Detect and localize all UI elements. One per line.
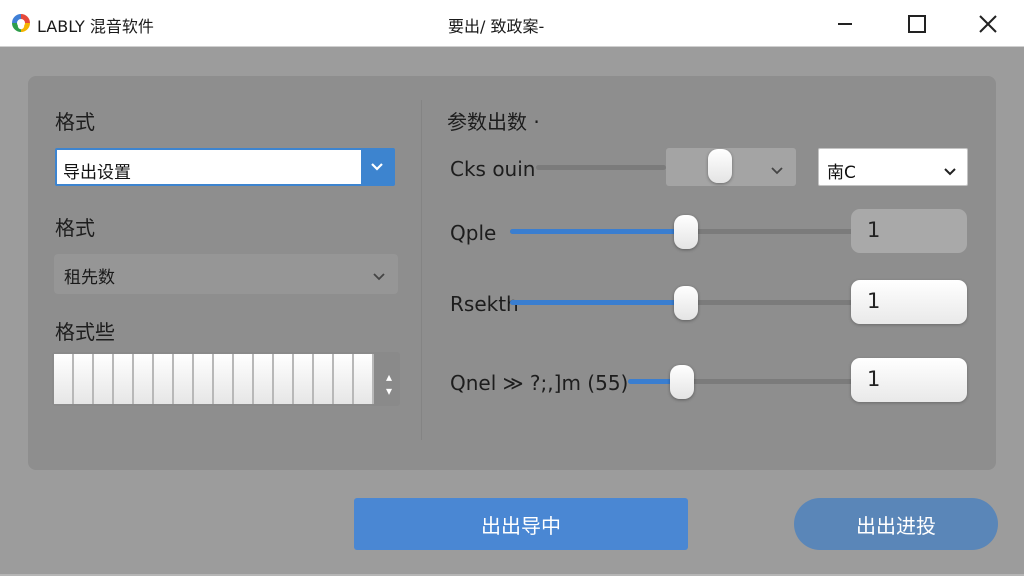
chevron-down-icon[interactable] [361,150,393,184]
column-divider [421,100,422,440]
segment-cell[interactable] [74,354,94,404]
row-2-label: Qple [450,221,497,245]
segment-cell[interactable] [234,354,254,404]
row-2-number-value: 1 [867,218,881,242]
maximize-icon [907,14,927,34]
segment-cell[interactable] [134,354,154,404]
close-icon [978,14,998,34]
minimize-icon [836,15,854,33]
row-4-label: Qnel ≫ ?;,]m (55) [450,371,629,395]
chevron-down-icon [372,267,386,286]
format-dropdown[interactable]: 租先数 [54,254,398,294]
row-1-slider-track[interactable] [536,165,666,170]
row-3-label: Rsekth [450,292,519,316]
secondary-action-button[interactable]: 出出进投 [794,498,998,550]
row-1-slider-thumb[interactable] [708,149,733,183]
segment-cell[interactable] [154,354,174,404]
row-1-select[interactable]: 南C [818,148,968,186]
row-1-label: Cks ouin [450,157,536,181]
row-2-slider-fill [510,229,686,234]
segment-cell[interactable] [214,354,234,404]
segment-cell[interactable] [174,354,194,404]
app-logo-icon [10,12,32,34]
segment-cell[interactable] [294,354,314,404]
segment-cell[interactable] [314,354,334,404]
maximize-button[interactable] [887,0,947,47]
segment-selector[interactable]: ▴ ▾ [52,352,400,406]
row-3-slider-thumb[interactable] [673,286,698,320]
row-4-slider-thumb[interactable] [670,365,695,399]
segment-cell[interactable] [254,354,274,404]
chevron-down-icon [770,161,784,180]
export-settings-value: 导出设置 [63,163,131,183]
row-4-number-field[interactable]: 1 [851,358,967,402]
segment-cell[interactable] [274,354,294,404]
segment-cell[interactable] [194,354,214,404]
segment-cell[interactable] [94,354,114,404]
export-settings-dropdown[interactable]: 导出设置 [55,148,395,186]
row-1-select-value: 南C [827,163,856,183]
format-label: 格式 [55,110,95,134]
chevron-down-icon [943,162,957,181]
row-4-number-value: 1 [867,367,881,391]
segment-cell[interactable] [54,354,74,404]
window-title: 要出/ 致政案- [448,17,545,36]
title-bar: LABLY 混音软件 要出/ 致政案- [0,0,1024,47]
segment-cell[interactable] [354,354,374,404]
format-label-3: 格式些 [55,320,115,344]
parameters-title: 参数出数 · [447,110,540,134]
row-3-number-field[interactable]: 1 [851,280,967,324]
row-2-slider-thumb[interactable] [673,215,698,249]
app-title: LABLY 混音软件 [37,17,154,36]
spinner-arrows-icon[interactable]: ▴ ▾ [386,370,392,398]
row-3-number-value: 1 [867,289,881,313]
row-2-number-field[interactable]: 1 [851,209,967,253]
minimize-button[interactable] [815,0,875,47]
close-button[interactable] [958,0,1018,47]
export-button[interactable]: 出出导中 [354,498,688,550]
format-label-2: 格式 [55,216,95,240]
format-dropdown-value: 租先数 [64,268,115,288]
segment-cell[interactable] [114,354,134,404]
row-3-slider-fill [510,300,686,305]
segment-cell[interactable] [334,354,354,404]
